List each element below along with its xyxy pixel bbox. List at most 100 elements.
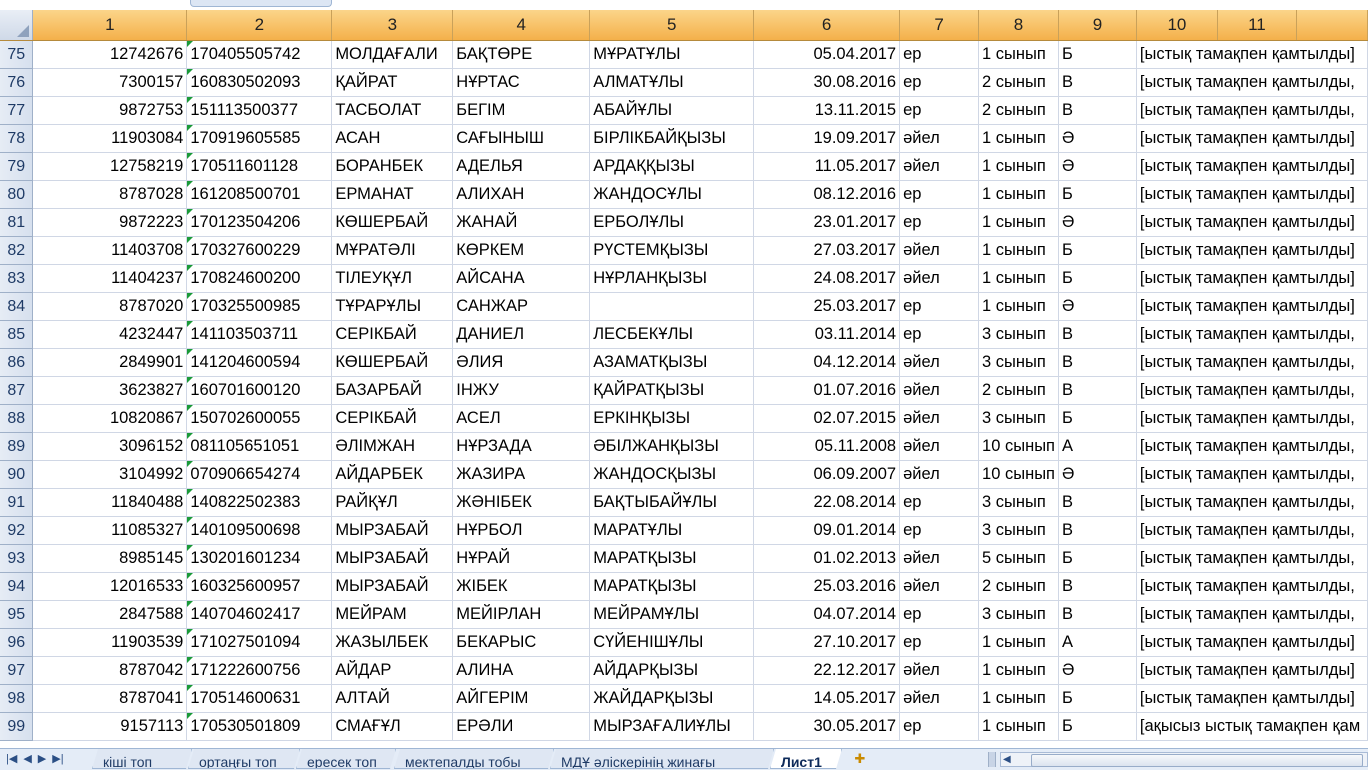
cell[interactable]: АЗАМАТҚЫЗЫ xyxy=(589,348,755,377)
cell[interactable]: ер xyxy=(899,96,980,125)
row-header[interactable]: 95 xyxy=(0,600,34,629)
cell[interactable]: 7300157 xyxy=(32,68,188,97)
cell[interactable]: 10820867 xyxy=(32,404,188,433)
cell[interactable]: МЫРЗАБАЙ xyxy=(331,516,454,545)
cell[interactable]: [ыстық тамақпен қамтылды] xyxy=(1136,292,1368,321)
row-header[interactable]: 91 xyxy=(0,488,34,517)
cell[interactable]: Б xyxy=(1058,40,1137,69)
cell[interactable]: 070906654274 xyxy=(186,460,333,489)
cell[interactable]: 8787028 xyxy=(32,180,188,209)
cell[interactable]: ЛЕСБЕКҰЛЫ xyxy=(589,320,755,349)
cell[interactable]: 9872753 xyxy=(32,96,188,125)
cell[interactable]: әйел xyxy=(899,348,980,377)
cell[interactable]: ер xyxy=(899,320,980,349)
cell[interactable]: 1 сынып xyxy=(978,292,1060,321)
cell[interactable]: 14.05.2017 xyxy=(753,684,901,713)
sheet-tab[interactable]: Лист1 xyxy=(770,749,842,769)
cell[interactable]: 22.08.2014 xyxy=(753,488,901,517)
row-header[interactable]: 81 xyxy=(0,208,34,237)
column-header[interactable]: 8 xyxy=(978,10,1060,41)
cell[interactable]: ер xyxy=(899,40,980,69)
cell[interactable]: [ыстық тамақпен қамтылды, xyxy=(1136,600,1368,629)
cell[interactable]: 170824600200 xyxy=(186,264,333,293)
cell[interactable]: 06.09.2007 xyxy=(753,460,901,489)
cell[interactable]: НҰРТАС xyxy=(452,68,591,97)
cell[interactable]: МАРАТҰЛЫ xyxy=(589,516,755,545)
cell[interactable]: АДЕЛЬЯ xyxy=(452,152,591,181)
cell[interactable]: 170325500985 xyxy=(186,292,333,321)
row-header[interactable]: 89 xyxy=(0,432,34,461)
cell[interactable]: ЖӘНІБЕК xyxy=(452,488,591,517)
sheet-tab[interactable]: мектепалды тобы xyxy=(394,749,554,769)
cell[interactable]: 170514600631 xyxy=(186,684,333,713)
cell[interactable]: [ыстық тамақпен қамтылды] xyxy=(1136,208,1368,237)
cell[interactable]: 01.07.2016 xyxy=(753,376,901,405)
cell[interactable]: 1 сынып xyxy=(978,152,1060,181)
cell[interactable]: НҰРЛАНҚЫЗЫ xyxy=(589,264,755,293)
cell[interactable]: В xyxy=(1058,516,1137,545)
cell[interactable]: МЕЙІРЛАН xyxy=(452,600,591,629)
row-header[interactable]: 84 xyxy=(0,292,34,321)
cell[interactable]: АЙГЕРІМ xyxy=(452,684,591,713)
cell[interactable]: 8787020 xyxy=(32,292,188,321)
cell[interactable]: 141103503711 xyxy=(186,320,333,349)
cell[interactable]: 23.01.2017 xyxy=(753,208,901,237)
column-header[interactable] xyxy=(1296,10,1368,41)
cell[interactable]: [ыстық тамақпен қамтылды] xyxy=(1136,656,1368,685)
cell[interactable]: 171027501094 xyxy=(186,628,333,657)
cell[interactable]: 1 сынып xyxy=(978,712,1060,741)
cell[interactable]: В xyxy=(1058,68,1137,97)
cell[interactable]: 11404237 xyxy=(32,264,188,293)
cell[interactable]: ТАСБОЛАТ xyxy=(331,96,454,125)
cell[interactable]: АЙДАРБЕК xyxy=(331,460,454,489)
cell[interactable]: 3 сынып xyxy=(978,516,1060,545)
scroll-left-arrow-icon[interactable]: ◀ xyxy=(1003,753,1011,766)
cell[interactable]: 3 сынып xyxy=(978,320,1060,349)
cell[interactable]: 10 сынып xyxy=(978,460,1060,489)
cell[interactable]: 02.07.2015 xyxy=(753,404,901,433)
cell[interactable]: ЖАЗЫЛБЕК xyxy=(331,628,454,657)
cell[interactable]: АЙСАНА xyxy=(452,264,591,293)
horizontal-scrollbar[interactable]: ◀ xyxy=(1000,752,1368,767)
column-header[interactable]: 10 xyxy=(1136,10,1218,41)
row-header[interactable]: 92 xyxy=(0,516,34,545)
cell[interactable]: ЖАНДОСҰЛЫ xyxy=(589,180,755,209)
cell[interactable]: 30.08.2016 xyxy=(753,68,901,97)
cell[interactable]: А xyxy=(1058,432,1137,461)
cell[interactable]: АЛИХАН xyxy=(452,180,591,209)
cell[interactable]: ӘЛИЯ xyxy=(452,348,591,377)
row-header[interactable]: 82 xyxy=(0,236,34,265)
cell[interactable]: әйел xyxy=(899,376,980,405)
column-header[interactable]: 11 xyxy=(1217,10,1297,41)
cell[interactable]: БЕКАРЫС xyxy=(452,628,591,657)
cell[interactable]: 13.11.2015 xyxy=(753,96,901,125)
cell[interactable]: 160325600957 xyxy=(186,572,333,601)
cell[interactable]: 04.12.2014 xyxy=(753,348,901,377)
cell[interactable]: 12016533 xyxy=(32,572,188,601)
cell[interactable]: 1 сынып xyxy=(978,124,1060,153)
cell[interactable]: 9157113 xyxy=(32,712,188,741)
select-all-corner[interactable] xyxy=(0,10,34,41)
cell[interactable]: 2 сынып xyxy=(978,572,1060,601)
cell[interactable]: 151113500377 xyxy=(186,96,333,125)
cell[interactable]: АЛИНА xyxy=(452,656,591,685)
cell[interactable]: 3 сынып xyxy=(978,348,1060,377)
row-header[interactable]: 77 xyxy=(0,96,34,125)
row-header[interactable]: 79 xyxy=(0,152,34,181)
cell[interactable]: В xyxy=(1058,572,1137,601)
cell[interactable]: 1 сынып xyxy=(978,40,1060,69)
cell[interactable]: МҰРАТҰЛЫ xyxy=(589,40,755,69)
cell[interactable]: МОЛДАҒАЛИ xyxy=(331,40,454,69)
cell[interactable]: ЕРӘЛИ xyxy=(452,712,591,741)
cell[interactable]: 170405505742 xyxy=(186,40,333,69)
column-header[interactable]: 2 xyxy=(186,10,333,41)
cell[interactable]: АЛТАЙ xyxy=(331,684,454,713)
cell[interactable]: [ыстық тамақпен қамтылды, xyxy=(1136,404,1368,433)
cell[interactable]: 11903539 xyxy=(32,628,188,657)
row-header[interactable]: 94 xyxy=(0,572,34,601)
cell[interactable]: ер xyxy=(899,712,980,741)
cell[interactable]: әйел xyxy=(899,460,980,489)
cell[interactable]: әйел xyxy=(899,544,980,573)
cell[interactable]: ер xyxy=(899,488,980,517)
cell[interactable]: 160830502093 xyxy=(186,68,333,97)
